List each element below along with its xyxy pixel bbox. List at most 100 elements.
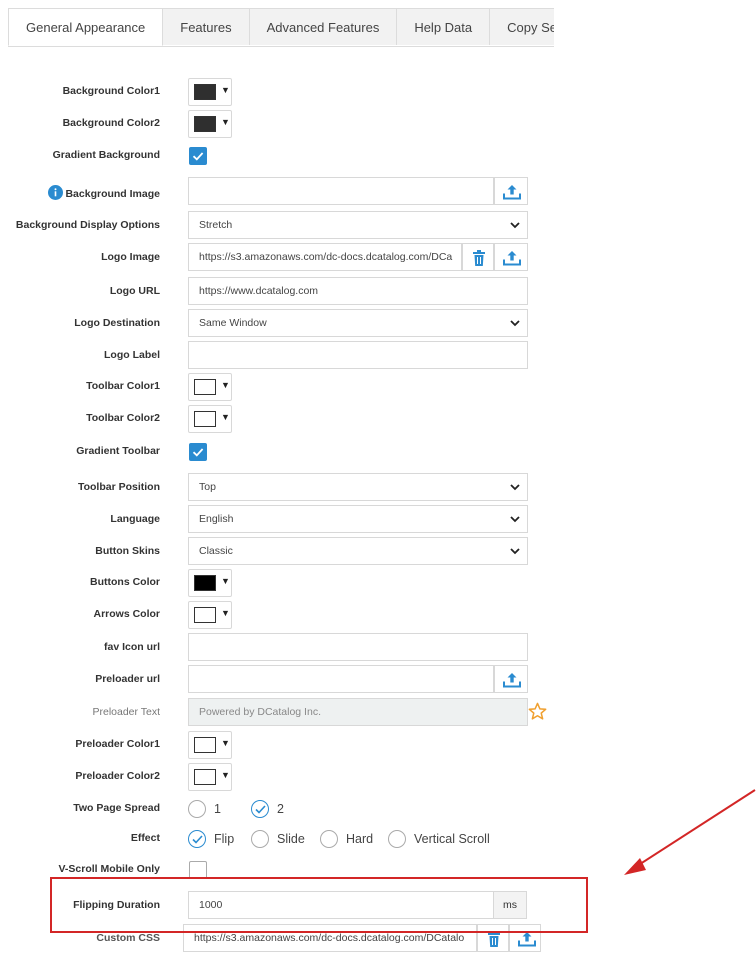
background-color1-picker[interactable]: ▼ — [188, 78, 232, 106]
check-icon — [192, 152, 204, 161]
tab-general-appearance[interactable]: General Appearance — [8, 8, 164, 46]
tab-advanced-features[interactable]: Advanced Features — [248, 8, 398, 45]
toolbar-position-select[interactable]: Top — [188, 473, 528, 501]
row-fav-icon-url: fav Icon url — [0, 633, 756, 661]
preloader-url-upload-button[interactable] — [494, 665, 528, 693]
row-gradient-background: Gradient Background — [0, 146, 756, 166]
row-background-color1: Background Color1 ▼ — [0, 78, 756, 106]
color-chip — [194, 737, 216, 753]
row-two-page-spread: Two Page Spread 1 2 — [0, 800, 756, 820]
select-value: Same Window — [199, 317, 267, 329]
row-preloader-color1: Preloader Color1 ▼ — [0, 731, 756, 759]
select-value: Stretch — [199, 219, 233, 231]
custom-css-label: Custom CSS — [96, 932, 160, 944]
buttons-color-label: Buttons Color — [90, 576, 160, 588]
row-gradient-toolbar: Gradient Toolbar — [0, 442, 756, 462]
background-image-upload-button[interactable] — [494, 177, 528, 205]
star-icon[interactable] — [528, 702, 547, 721]
effect-option-vertical-scroll[interactable]: Vertical Scroll — [388, 830, 490, 848]
logo-image-delete-button[interactable] — [462, 243, 494, 271]
radio-label: Slide — [277, 832, 305, 846]
row-toolbar-color2: Toolbar Color2 ▼ — [0, 405, 756, 433]
background-image-input[interactable] — [188, 177, 494, 205]
preloader-color2-picker[interactable]: ▼ — [188, 763, 232, 791]
preloader-url-label: Preloader url — [95, 673, 160, 685]
radio-circle — [388, 830, 406, 848]
background-color1-label: Background Color1 — [62, 85, 160, 97]
two-page-spread-option-1[interactable]: 1 — [188, 800, 221, 818]
info-icon — [48, 185, 64, 200]
preloader-url-input[interactable] — [188, 665, 494, 693]
arrows-color-picker[interactable]: ▼ — [188, 601, 232, 629]
tab-features[interactable]: Features — [162, 8, 250, 45]
gradient-toolbar-label: Gradient Toolbar — [76, 445, 160, 457]
color-chip — [194, 769, 216, 785]
row-logo-url: Logo URL https://www.dcatalog.com — [0, 277, 756, 305]
logo-destination-label: Logo Destination — [74, 317, 160, 329]
upload-icon — [503, 185, 521, 200]
radio-circle — [320, 830, 338, 848]
radio-circle — [188, 830, 206, 848]
color-chip — [194, 379, 216, 395]
toolbar-position-label: Toolbar Position — [77, 481, 160, 493]
gradient-background-checkbox[interactable] — [189, 147, 207, 165]
check-icon — [192, 448, 204, 457]
preloader-color1-label: Preloader Color1 — [75, 738, 160, 750]
radio-label: Flip — [214, 832, 235, 846]
toolbar-color1-picker[interactable]: ▼ — [188, 373, 232, 401]
radio-circle — [188, 800, 206, 818]
check-icon — [192, 835, 203, 844]
caret-down-icon: ▼ — [221, 380, 230, 390]
toolbar-color2-picker[interactable]: ▼ — [188, 405, 232, 433]
two-page-spread-option-2[interactable]: 2 — [251, 800, 284, 818]
effect-option-slide[interactable]: Slide — [251, 830, 305, 848]
logo-label-input[interactable] — [188, 341, 528, 369]
arrows-color-label: Arrows Color — [93, 608, 160, 620]
radio-label: 2 — [277, 802, 284, 816]
tab-bar: General Appearance Features Advanced Featu… — [8, 8, 554, 47]
toolbar-color1-label: Toolbar Color1 — [86, 380, 160, 392]
caret-down-icon: ▼ — [221, 608, 230, 618]
two-page-spread-label: Two Page Spread — [73, 802, 160, 814]
color-chip — [194, 607, 216, 623]
caret-down-icon: ▼ — [221, 770, 230, 780]
chevron-down-icon — [510, 516, 520, 523]
preloader-color2-label: Preloader Color2 — [75, 770, 160, 782]
row-background-color2: Background Color2 ▼ — [0, 110, 756, 138]
select-value: Classic — [199, 545, 233, 557]
tab-help-data[interactable]: Help Data — [396, 8, 491, 45]
v-scroll-mobile-only-label: V-Scroll Mobile Only — [58, 863, 160, 875]
effect-option-flip[interactable]: Flip — [188, 830, 234, 848]
effect-label: Effect — [130, 832, 160, 844]
trash-icon — [473, 250, 485, 266]
row-preloader-color2: Preloader Color2 ▼ — [0, 763, 756, 791]
radio-label: Hard — [346, 832, 374, 846]
row-preloader-text: Preloader Text Powered by DCatalog Inc. — [0, 698, 756, 726]
logo-url-input[interactable]: https://www.dcatalog.com — [188, 277, 528, 305]
gradient-toolbar-checkbox[interactable] — [189, 443, 207, 461]
row-toolbar-position: Toolbar Position Top — [0, 473, 756, 501]
background-color2-picker[interactable]: ▼ — [188, 110, 232, 138]
check-icon — [255, 805, 266, 814]
logo-image-upload-button[interactable] — [494, 243, 528, 271]
language-select[interactable]: English — [188, 505, 528, 533]
radio-circle — [251, 830, 269, 848]
toolbar-color2-label: Toolbar Color2 — [86, 412, 160, 424]
logo-image-input[interactable]: https://s3.amazonaws.com/dc-docs.dcatalo… — [188, 243, 462, 271]
row-background-display-options: Background Display Options Stretch — [0, 211, 756, 239]
row-logo-image: Logo Image https://s3.amazonaws.com/dc-d… — [0, 243, 756, 271]
logo-destination-select[interactable]: Same Window — [188, 309, 528, 337]
effect-option-hard[interactable]: Hard — [320, 830, 373, 848]
preloader-color1-picker[interactable]: ▼ — [188, 731, 232, 759]
tab-copy-settings[interactable]: Copy Set — [489, 8, 554, 45]
button-skins-select[interactable]: Classic — [188, 537, 528, 565]
upload-icon — [503, 673, 521, 688]
chevron-down-icon — [510, 222, 520, 229]
preloader-text-input: Powered by DCatalog Inc. — [188, 698, 528, 726]
fav-icon-url-input[interactable] — [188, 633, 528, 661]
buttons-color-picker[interactable]: ▼ — [188, 569, 232, 597]
row-language: Language English — [0, 505, 756, 533]
background-display-options-select[interactable]: Stretch — [188, 211, 528, 239]
row-buttons-color: Buttons Color ▼ — [0, 569, 756, 597]
row-background-image: Background Image — [0, 177, 756, 205]
